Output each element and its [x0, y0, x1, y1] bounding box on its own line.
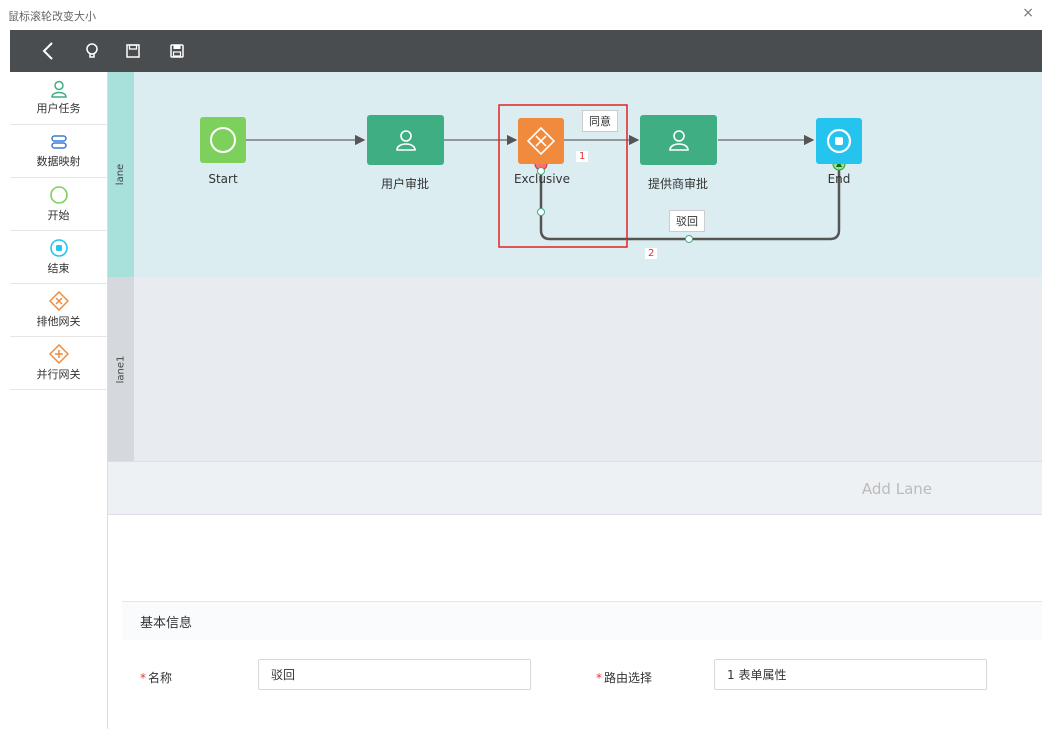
route-field-label: * 路由选择: [596, 669, 652, 686]
name-field-label: * 名称: [140, 669, 172, 686]
end-event-icon: [49, 239, 68, 257]
palette-item-parallel-gateway[interactable]: 并行网关: [10, 337, 107, 390]
element-palette: 用户任务 数据映射 开始 结束 排他网关 并行网关: [10, 72, 108, 729]
exclusive-gateway-icon: [48, 291, 69, 311]
add-lane-label: Add Lane: [861, 480, 932, 498]
waypoint-handle[interactable]: [537, 208, 545, 216]
sequence-flows: [246, 104, 846, 248]
start-circle-icon: [210, 127, 236, 153]
node-label: 提供商审批: [647, 177, 709, 191]
lane-name: lane1: [115, 355, 127, 383]
palette-label: 开始: [47, 209, 70, 222]
panel-body: * 名称 驳回 * 路由选择 1 表单属性: [122, 640, 1042, 730]
node-label: Exclusive: [513, 172, 571, 186]
palette-label: 并行网关: [36, 368, 81, 381]
waypoint-handle[interactable]: [685, 235, 693, 243]
name-input[interactable]: 驳回: [258, 659, 531, 690]
task-supplier-approval[interactable]: [640, 115, 717, 165]
name-label-text: 名称: [148, 671, 173, 685]
palette-label: 排他网关: [36, 315, 81, 328]
route-select[interactable]: 1 表单属性: [714, 659, 987, 690]
palette-label: 用户任务: [36, 102, 81, 115]
exclusive-gateway[interactable]: [518, 118, 564, 164]
palette-item-user-task[interactable]: 用户任务: [10, 72, 107, 125]
lane-header[interactable]: lane1: [108, 277, 134, 461]
add-lane-button[interactable]: Add Lane: [108, 461, 1042, 515]
start-event[interactable]: [200, 117, 246, 163]
end-event[interactable]: [816, 118, 862, 164]
data-mapping-icon: [50, 135, 67, 149]
annotation-marker: 2: [645, 248, 658, 259]
save-as-icon[interactable]: [161, 30, 193, 72]
close-icon[interactable]: ×: [1022, 5, 1034, 21]
panel-title: 基本信息: [140, 616, 193, 631]
user-task-icon: [50, 80, 67, 98]
node-label: End: [827, 172, 851, 186]
flow-label-agree[interactable]: 同意: [582, 110, 618, 132]
gateway-diamond-icon: [526, 126, 556, 156]
back-icon[interactable]: [32, 30, 64, 72]
palette-label: 数据映射: [36, 155, 81, 168]
node-label: 用户审批: [380, 177, 430, 191]
toolbar: [10, 30, 1042, 72]
save-icon[interactable]: [117, 30, 149, 72]
dialog-titlebar: 鼠标滚轮改变大小 ×: [0, 0, 1042, 30]
bpmn-canvas[interactable]: lane lane1 Add Lane Start 用户审批 Exclusive: [108, 72, 1042, 730]
flow-label-reject[interactable]: 驳回: [669, 210, 705, 232]
palette-item-exclusive-gateway[interactable]: 排他网关: [10, 284, 107, 337]
user-icon: [668, 130, 689, 151]
palette-item-end[interactable]: 结束: [10, 231, 107, 284]
lane-body[interactable]: [134, 277, 1042, 461]
annotation-marker: 1: [576, 151, 589, 162]
start-event-icon: [49, 186, 68, 204]
dialog-title: 鼠标滚轮改变大小: [8, 10, 96, 23]
lightbulb-icon[interactable]: [76, 30, 108, 72]
end-circle-icon: [826, 128, 852, 154]
route-label-text: 路由选择: [604, 671, 653, 685]
palette-item-data-mapping[interactable]: 数据映射: [10, 125, 107, 178]
task-user-approval[interactable]: [367, 115, 444, 165]
palette-label: 结束: [47, 262, 70, 275]
properties-panel: 基本信息 * 名称 驳回 * 路由选择 1 表单属性: [122, 601, 1042, 730]
required-mark: *: [140, 671, 146, 685]
parallel-gateway-icon: [48, 344, 69, 364]
node-label: Start: [208, 172, 238, 186]
user-icon: [395, 130, 416, 151]
required-mark: *: [596, 671, 602, 685]
palette-item-start[interactable]: 开始: [10, 178, 107, 231]
